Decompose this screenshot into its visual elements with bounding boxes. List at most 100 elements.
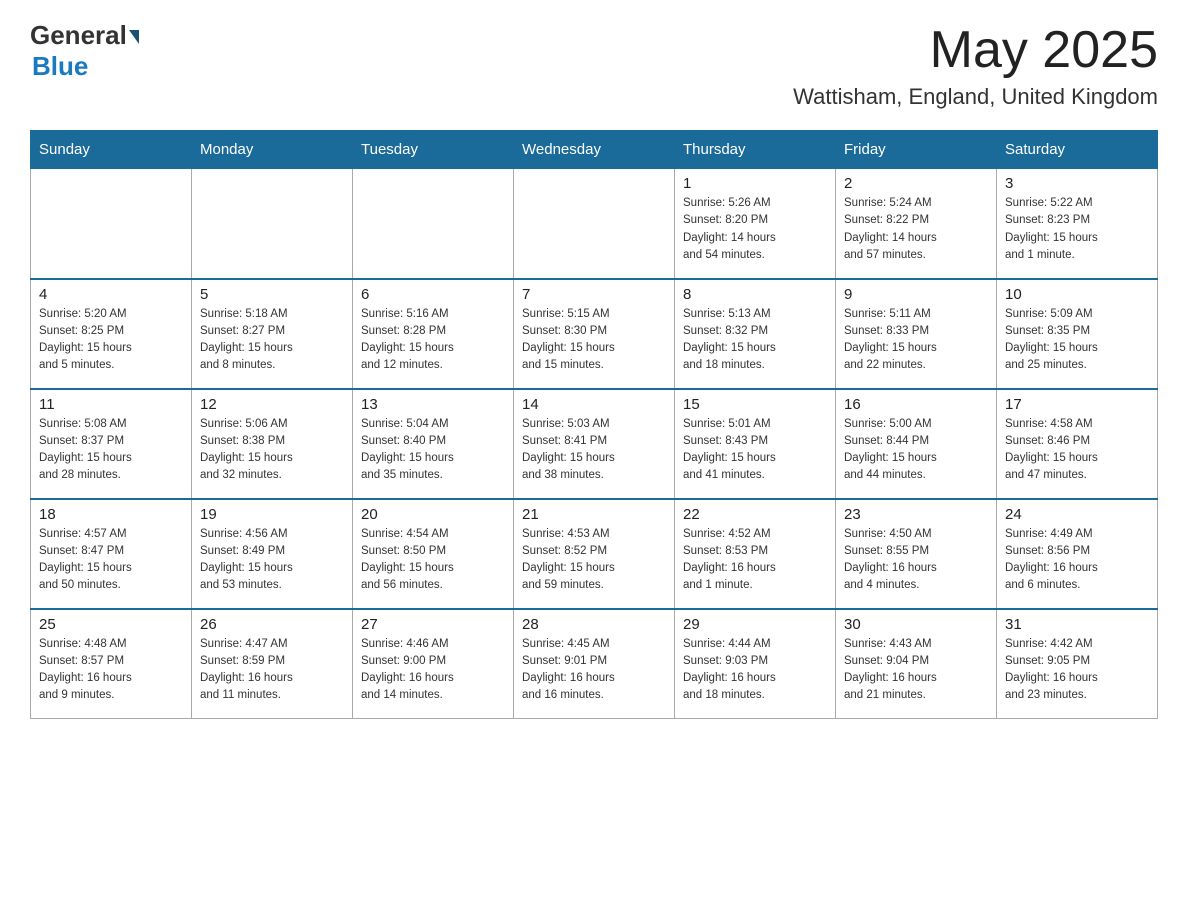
logo-arrow-icon xyxy=(129,30,139,44)
calendar-header-thursday: Thursday xyxy=(675,131,836,169)
calendar-week-row: 18 Sunrise: 4:57 AMSunset: 8:47 PMDayligh… xyxy=(31,499,1158,609)
calendar-cell: 2Sunrise: 5:24 AMSunset: 8:22 PMDaylight… xyxy=(836,169,997,279)
day-info: Sunrise: 5:20 AMSunset: 8:25 PMDaylight:… xyxy=(39,306,183,375)
calendar-cell: 9 Sunrise: 5:11 AMSunset: 8:33 PMDaylight… xyxy=(836,279,997,389)
calendar-cell: 7Sunrise: 5:15 AMSunset: 8:30 PMDaylight… xyxy=(514,279,675,389)
calendar-week-row: 11Sunrise: 5:08 AMSunset: 8:37 PMDayligh… xyxy=(31,389,1158,499)
subtitle: Wattisham, England, United Kingdom xyxy=(793,84,1158,110)
day-info: Sunrise: 4:52 AMSunset: 8:53 PMDaylight:… xyxy=(683,526,827,595)
calendar-cell: 29Sunrise: 4:44 AMSunset: 9:03 PMDayligh… xyxy=(675,609,836,719)
calendar-cell xyxy=(514,169,675,279)
calendar-header-wednesday: Wednesday xyxy=(514,131,675,169)
main-title: May 2025 xyxy=(793,20,1158,80)
calendar-cell xyxy=(353,169,514,279)
day-info: Sunrise: 5:08 AMSunset: 8:37 PMDaylight:… xyxy=(39,416,183,485)
calendar-cell: 23 Sunrise: 4:50 AMSunset: 8:55 PMDayligh… xyxy=(836,499,997,609)
day-info: Sunrise: 4:53 AMSunset: 8:52 PMDaylight:… xyxy=(522,526,666,595)
day-info: Sunrise: 5:00 AMSunset: 8:44 PMDaylight:… xyxy=(844,416,988,485)
day-number: 29 xyxy=(683,616,827,633)
calendar-cell: 16 Sunrise: 5:00 AMSunset: 8:44 PMDayligh… xyxy=(836,389,997,499)
day-number: 2 xyxy=(844,175,988,192)
calendar-cell: 11Sunrise: 5:08 AMSunset: 8:37 PMDayligh… xyxy=(31,389,192,499)
day-info: Sunrise: 5:06 AMSunset: 8:38 PMDaylight:… xyxy=(200,416,344,485)
calendar-cell: 1 Sunrise: 5:26 AMSunset: 8:20 PMDaylight… xyxy=(675,169,836,279)
calendar-table: SundayMondayTuesdayWednesdayThursdayFrid… xyxy=(30,130,1158,719)
day-info: Sunrise: 4:56 AMSunset: 8:49 PMDaylight:… xyxy=(200,526,344,595)
day-number: 26 xyxy=(200,616,344,633)
day-number: 10 xyxy=(1005,286,1149,303)
logo: General Blue xyxy=(30,20,139,82)
calendar-header-sunday: Sunday xyxy=(31,131,192,169)
calendar-cell: 12 Sunrise: 5:06 AMSunset: 8:38 PMDayligh… xyxy=(192,389,353,499)
day-info: Sunrise: 5:22 AMSunset: 8:23 PMDaylight:… xyxy=(1005,195,1149,264)
day-number: 8 xyxy=(683,286,827,303)
day-info: Sunrise: 5:18 AMSunset: 8:27 PMDaylight:… xyxy=(200,306,344,375)
calendar-cell xyxy=(192,169,353,279)
calendar-header-tuesday: Tuesday xyxy=(353,131,514,169)
day-info: Sunrise: 4:57 AMSunset: 8:47 PMDaylight:… xyxy=(39,526,183,595)
day-info: Sunrise: 4:50 AMSunset: 8:55 PMDaylight:… xyxy=(844,526,988,595)
day-number: 3 xyxy=(1005,175,1149,192)
day-number: 27 xyxy=(361,616,505,633)
calendar-week-row: 1 Sunrise: 5:26 AMSunset: 8:20 PMDaylight… xyxy=(31,169,1158,279)
day-number: 13 xyxy=(361,396,505,413)
calendar-cell: 28Sunrise: 4:45 AMSunset: 9:01 PMDayligh… xyxy=(514,609,675,719)
day-info: Sunrise: 4:45 AMSunset: 9:01 PMDaylight:… xyxy=(522,636,666,705)
calendar-cell: 25Sunrise: 4:48 AMSunset: 8:57 PMDayligh… xyxy=(31,609,192,719)
calendar-cell: 19 Sunrise: 4:56 AMSunset: 8:49 PMDayligh… xyxy=(192,499,353,609)
day-info: Sunrise: 4:49 AMSunset: 8:56 PMDaylight:… xyxy=(1005,526,1149,595)
day-info: Sunrise: 4:54 AMSunset: 8:50 PMDaylight:… xyxy=(361,526,505,595)
day-number: 23 xyxy=(844,506,988,523)
calendar-cell: 8 Sunrise: 5:13 AMSunset: 8:32 PMDaylight… xyxy=(675,279,836,389)
day-info: Sunrise: 5:16 AMSunset: 8:28 PMDaylight:… xyxy=(361,306,505,375)
day-number: 6 xyxy=(361,286,505,303)
calendar-week-row: 25Sunrise: 4:48 AMSunset: 8:57 PMDayligh… xyxy=(31,609,1158,719)
calendar-header-monday: Monday xyxy=(192,131,353,169)
calendar-cell: 15Sunrise: 5:01 AMSunset: 8:43 PMDayligh… xyxy=(675,389,836,499)
page-header: General Blue May 2025 Wattisham, England… xyxy=(30,20,1158,110)
day-info: Sunrise: 4:58 AMSunset: 8:46 PMDaylight:… xyxy=(1005,416,1149,485)
calendar-cell: 30 Sunrise: 4:43 AMSunset: 9:04 PMDayligh… xyxy=(836,609,997,719)
day-number: 22 xyxy=(683,506,827,523)
calendar-cell: 22 Sunrise: 4:52 AMSunset: 8:53 PMDayligh… xyxy=(675,499,836,609)
calendar-header-friday: Friday xyxy=(836,131,997,169)
day-number: 12 xyxy=(200,396,344,413)
day-number: 15 xyxy=(683,396,827,413)
calendar-header-saturday: Saturday xyxy=(997,131,1158,169)
day-info: Sunrise: 5:04 AMSunset: 8:40 PMDaylight:… xyxy=(361,416,505,485)
calendar-cell: 31Sunrise: 4:42 AMSunset: 9:05 PMDayligh… xyxy=(997,609,1158,719)
day-number: 9 xyxy=(844,286,988,303)
title-section: May 2025 Wattisham, England, United King… xyxy=(793,20,1158,110)
day-info: Sunrise: 5:13 AMSunset: 8:32 PMDaylight:… xyxy=(683,306,827,375)
day-number: 19 xyxy=(200,506,344,523)
day-info: Sunrise: 5:03 AMSunset: 8:41 PMDaylight:… xyxy=(522,416,666,485)
calendar-cell: 5 Sunrise: 5:18 AMSunset: 8:27 PMDaylight… xyxy=(192,279,353,389)
day-number: 24 xyxy=(1005,506,1149,523)
calendar-cell: 6 Sunrise: 5:16 AMSunset: 8:28 PMDaylight… xyxy=(353,279,514,389)
calendar-header-row: SundayMondayTuesdayWednesdayThursdayFrid… xyxy=(31,131,1158,169)
day-number: 7 xyxy=(522,286,666,303)
calendar-cell: 3 Sunrise: 5:22 AMSunset: 8:23 PMDaylight… xyxy=(997,169,1158,279)
calendar-cell: 10Sunrise: 5:09 AMSunset: 8:35 PMDayligh… xyxy=(997,279,1158,389)
day-info: Sunrise: 5:11 AMSunset: 8:33 PMDaylight:… xyxy=(844,306,988,375)
calendar-cell xyxy=(31,169,192,279)
day-number: 1 xyxy=(683,175,827,192)
day-number: 21 xyxy=(522,506,666,523)
day-number: 20 xyxy=(361,506,505,523)
calendar-cell: 17Sunrise: 4:58 AMSunset: 8:46 PMDayligh… xyxy=(997,389,1158,499)
calendar-cell: 18 Sunrise: 4:57 AMSunset: 8:47 PMDayligh… xyxy=(31,499,192,609)
day-number: 4 xyxy=(39,286,183,303)
logo-blue-text: Blue xyxy=(32,51,88,82)
calendar-cell: 21 Sunrise: 4:53 AMSunset: 8:52 PMDayligh… xyxy=(514,499,675,609)
day-info: Sunrise: 4:43 AMSunset: 9:04 PMDaylight:… xyxy=(844,636,988,705)
day-info: Sunrise: 5:26 AMSunset: 8:20 PMDaylight:… xyxy=(683,195,827,264)
calendar-cell: 14Sunrise: 5:03 AMSunset: 8:41 PMDayligh… xyxy=(514,389,675,499)
day-number: 18 xyxy=(39,506,183,523)
calendar-cell: 4 Sunrise: 5:20 AMSunset: 8:25 PMDaylight… xyxy=(31,279,192,389)
day-number: 30 xyxy=(844,616,988,633)
day-number: 5 xyxy=(200,286,344,303)
day-info: Sunrise: 4:46 AMSunset: 9:00 PMDaylight:… xyxy=(361,636,505,705)
calendar-cell: 24 Sunrise: 4:49 AMSunset: 8:56 PMDayligh… xyxy=(997,499,1158,609)
calendar-cell: 13 Sunrise: 5:04 AMSunset: 8:40 PMDayligh… xyxy=(353,389,514,499)
day-number: 16 xyxy=(844,396,988,413)
